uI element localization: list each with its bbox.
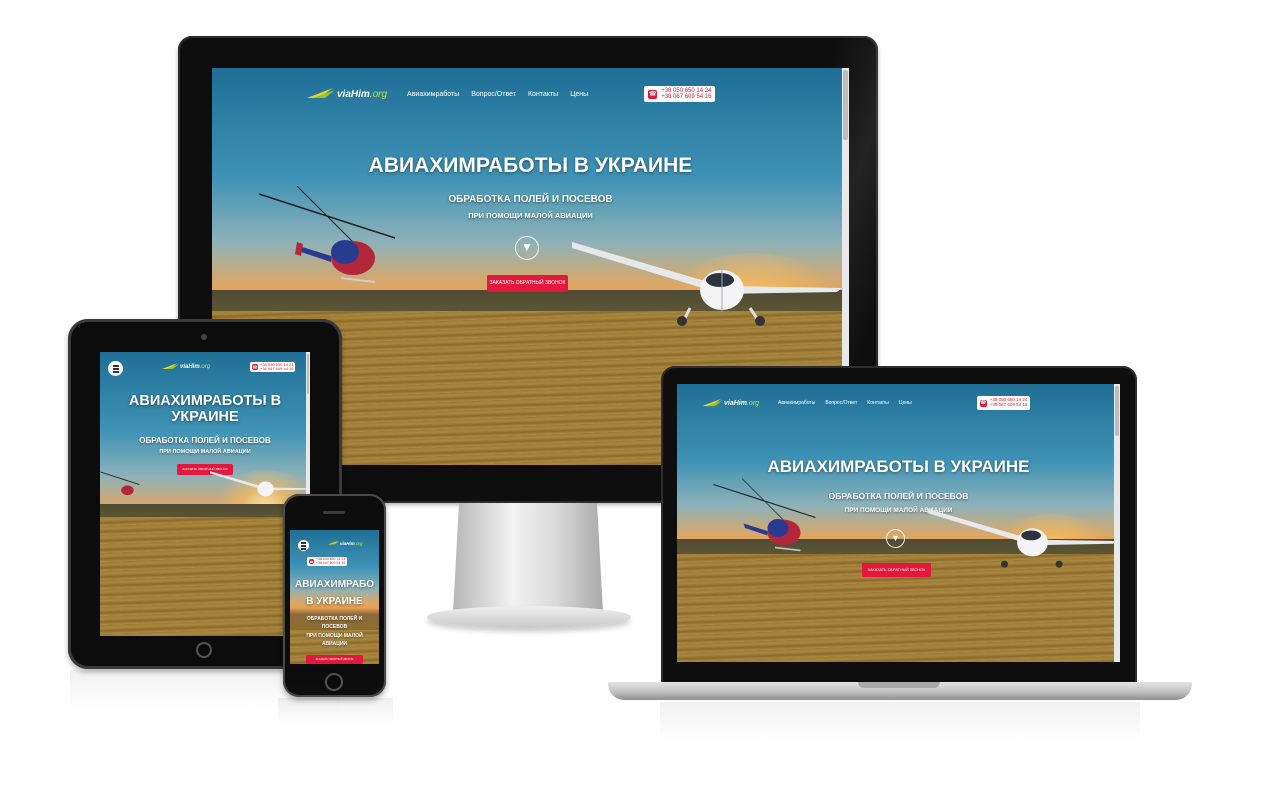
nav-item-prices[interactable]: Цены — [570, 91, 588, 98]
laptop-reflection — [660, 702, 1140, 742]
nav-item-prices[interactable]: Цены — [899, 400, 912, 406]
site-logo[interactable]: viaHim .org — [328, 540, 363, 546]
nav-item-aviahimraboty[interactable]: Авиахимработы — [407, 91, 459, 98]
page-scrollbar[interactable] — [1114, 384, 1120, 662]
phone-icon — [309, 559, 314, 565]
tablet-site-screen: viaHim.org +38 050 650 14 24 +38 067 609… — [100, 352, 310, 636]
helicopter-image — [100, 471, 140, 496]
phone-numbers: +38 050 650 14 24 +38 067 609 54 16 — [990, 398, 1028, 407]
hero-tagline: ПРИ ПОМОЩИ МАЛОЙ АВИАЦИИ — [159, 449, 251, 455]
scrollbar-thumb[interactable] — [307, 354, 309, 394]
phone-icon — [252, 364, 258, 371]
monitor-stand-neck — [453, 503, 603, 613]
monitor-stand-base — [427, 606, 631, 628]
header-phones[interactable]: +38 050 650 14 24 +38 067 609 54 16 — [307, 557, 348, 567]
hero-title: АВИАХИМРАБОТЫ В УКРАИНЕ — [767, 457, 1030, 476]
phone-number-2[interactable]: +38 067 609 54 16 — [316, 561, 345, 566]
hero-subtitle: ОБРАБОТКА ПОЛЕЙ И ПОСЕВОВ — [139, 436, 271, 445]
header-phones[interactable]: +38 050 650 14 24 +38 067 609 54 16 — [250, 362, 296, 373]
logo-tld: .org — [199, 364, 211, 370]
hero-subtitle-line-1: ОБРАБОТКА ПОЛЕЙ И — [306, 616, 363, 622]
airplane-image — [572, 242, 842, 326]
header-phones[interactable]: +38 050 650 14 24 +38 067 609 54 16 — [644, 85, 716, 103]
logo-text: viaHim — [180, 364, 200, 370]
nav-item-aviahimraboty[interactable]: Авиахимработы — [778, 400, 815, 406]
site-logo[interactable]: viaHim .org — [702, 398, 759, 409]
hero-title-line-2: В УКРАИНЕ — [306, 596, 363, 607]
nav-item-contacts[interactable]: Контакты — [528, 91, 558, 98]
hero-title: АВИАХИМРАБОТЫ В УКРАИНЕ — [368, 154, 693, 177]
nav-item-faq[interactable]: Вопрос/Ответ — [471, 91, 516, 98]
hero-title-line-2: УКРАИНЕ — [171, 409, 239, 425]
hero-title-line-1: АВИАХИМРАБО — [294, 579, 375, 590]
phone-number-2[interactable]: +38 067 609 54 16 — [260, 366, 293, 371]
wheat-field — [100, 517, 310, 636]
helicopter-image — [713, 478, 816, 552]
tablet-camera — [201, 334, 207, 340]
site-logo[interactable]: viaHim .org — [162, 362, 210, 372]
phone-reflection — [278, 698, 393, 728]
logo-tld: .org — [369, 88, 388, 100]
hero-title-line-1: АВИАХИМРАБОТЫ В — [128, 393, 282, 409]
phone-numbers: +38 050 650 14 24 +38 067 609 54 16 — [661, 88, 711, 101]
logo-text: viaHim — [337, 88, 370, 100]
callback-button[interactable]: ЗАКАЗАТЬ ОБРАТНЫЙ ЗВОНОК — [862, 563, 931, 577]
phone-number-2[interactable]: +38 067 609 54 16 — [661, 94, 711, 100]
phone-site-screen: viaHim.org +38 050 650 14 24 +38 067 609… — [290, 530, 379, 664]
header-phones[interactable]: +38 050 650 14 24 +38 067 609 54 16 — [976, 396, 1031, 410]
logo-text: viaHim — [724, 399, 747, 407]
site-header: viaHim .org Авиахимработы Вопрос/Ответ Ко… — [702, 394, 1097, 412]
laptop-opening-notch — [858, 682, 940, 688]
logo-wing-icon — [162, 362, 180, 372]
phone-numbers: +38 050 650 14 24 +38 067 609 54 16 — [260, 362, 293, 371]
logo-wing-icon — [328, 540, 340, 546]
hero-tagline-line-1: ПРИ ПОМОЩИ МАЛОЙ — [306, 633, 363, 639]
main-nav: Авиахимработы Вопрос/Ответ Контакты Цены — [778, 400, 912, 406]
hamburger-menu-icon[interactable] — [298, 540, 309, 551]
laptop-site-screen: viaHim .org Авиахимработы Вопрос/Ответ Ко… — [677, 384, 1120, 662]
callback-button[interactable]: ЗАКАЗАТЬ ОБРАТНЫЙ ЗВОНОК — [487, 275, 568, 292]
phone-speaker — [323, 511, 345, 514]
site-logo[interactable]: viaHim .org — [307, 87, 387, 102]
phone-icon — [648, 89, 658, 99]
tablet-home-button — [196, 642, 212, 658]
responsive-mockup: viaHim .org Авиахимработы Вопрос/Ответ Ко… — [0, 0, 1264, 799]
site-header: viaHim .org Авиахимработы Вопрос/Ответ Ко… — [307, 82, 737, 106]
scrollbar-thumb[interactable] — [1115, 386, 1119, 436]
nav-item-contacts[interactable]: Контакты — [867, 400, 889, 406]
phone-numbers: +38 050 650 14 24 +38 067 609 54 16 — [316, 557, 345, 566]
phone-icon — [979, 399, 987, 407]
logo-text: viaHim — [340, 540, 355, 546]
callback-button[interactable]: ЗАКАЗАТЬ ОБРАТНЫЙ ЗВОНОК — [306, 655, 363, 664]
hero-tagline-line-2: АВИАЦИИ — [321, 641, 348, 647]
phone-number-2[interactable]: +38 067 609 54 16 — [990, 402, 1028, 408]
main-nav: Авиахимработы Вопрос/Ответ Контакты Цены — [407, 91, 588, 98]
hamburger-menu-icon[interactable] — [108, 361, 123, 376]
logo-wing-icon — [307, 87, 337, 102]
hero-subtitle-line-2: ПОСЕВОВ — [321, 624, 348, 630]
chevron-down-icon[interactable]: ▼ — [886, 529, 905, 548]
logo-tld: .org — [354, 540, 363, 546]
logo-wing-icon — [702, 398, 724, 409]
logo-tld: .org — [746, 399, 760, 407]
helicopter-image — [258, 186, 396, 283]
scrollbar-thumb[interactable] — [843, 70, 848, 140]
airplane-image — [927, 508, 1117, 568]
chevron-down-icon[interactable]: ▼ — [515, 236, 539, 260]
nav-item-faq[interactable]: Вопрос/Ответ — [825, 400, 857, 406]
